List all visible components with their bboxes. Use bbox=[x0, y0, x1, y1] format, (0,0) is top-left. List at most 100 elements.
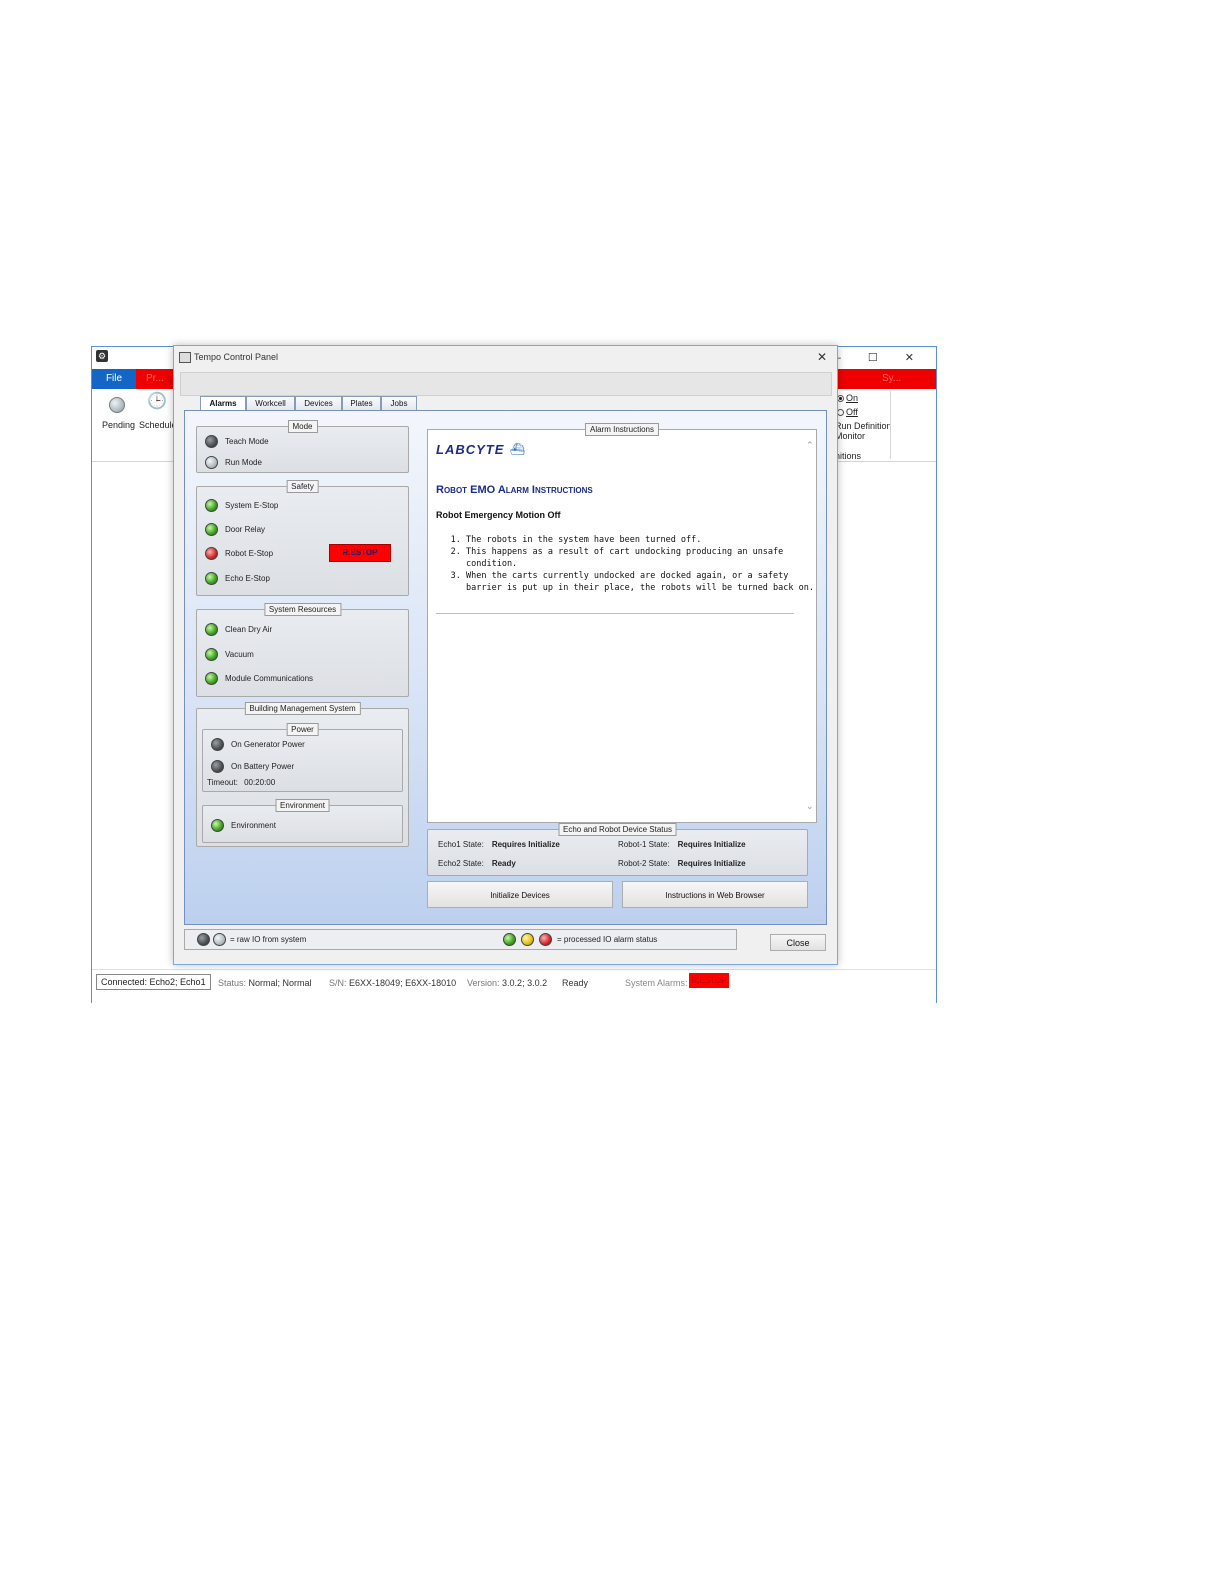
radio-on-option[interactable]: On bbox=[837, 393, 858, 403]
battery-power-label: On Battery Power bbox=[231, 762, 295, 771]
run-mode-indicator-icon bbox=[205, 456, 218, 469]
system-alarms-label: System Alarms: bbox=[625, 978, 688, 988]
environment-group-title: Environment bbox=[275, 799, 330, 812]
legend-red-icon bbox=[539, 933, 552, 946]
door-relay-indicator-icon bbox=[205, 523, 218, 536]
environment-label: Environment bbox=[231, 821, 276, 830]
schedule-button-label[interactable]: Schedule bbox=[139, 420, 177, 430]
status-label: Status: bbox=[218, 978, 247, 988]
door-relay-label: Door Relay bbox=[225, 525, 266, 534]
close-button[interactable]: Close bbox=[770, 934, 826, 951]
instructions-heading: Robot EMO Alarm Instructions bbox=[436, 484, 593, 496]
generator-power-label: On Generator Power bbox=[231, 740, 305, 749]
io-legend-bar: = raw IO from system = processed IO alar… bbox=[184, 929, 737, 950]
system-resources-group: System Resources Clean Dry Air Vacuum Mo… bbox=[196, 603, 409, 697]
system-estop-label: System E-Stop bbox=[225, 501, 279, 510]
robot-estop-label: Robot E-Stop bbox=[225, 549, 274, 558]
teach-mode-indicator-icon bbox=[205, 435, 218, 448]
tab-plates[interactable]: Plates bbox=[342, 396, 381, 410]
power-group: Power On Generator Power On Battery Powe… bbox=[202, 723, 403, 792]
echo1-state: Echo1 State: Requires Initialize bbox=[438, 840, 560, 849]
module-communications-label: Module Communications bbox=[225, 674, 314, 683]
serial-label: S/N: bbox=[329, 978, 347, 988]
scroll-up-icon[interactable]: ⌃ bbox=[806, 440, 814, 451]
vacuum-indicator-icon bbox=[205, 648, 218, 661]
run-mode-label: Run Mode bbox=[225, 458, 262, 467]
environment-group: Environment Environment bbox=[202, 799, 403, 843]
tab-workcell[interactable]: Workcell bbox=[246, 396, 295, 410]
version-value: 3.0.2; 3.0.2 bbox=[502, 978, 548, 988]
ribbon-tab-hidden-right[interactable]: Sy... bbox=[882, 369, 901, 389]
version-field: Version: 3.0.2; 3.0.2 bbox=[467, 978, 547, 988]
connected-status: Connected: Echo2; Echo1 bbox=[96, 974, 211, 990]
legend-yellow-icon bbox=[521, 933, 534, 946]
device-status-group-title: Echo and Robot Device Status bbox=[558, 823, 677, 836]
robot2-state-label: Robot-2 State: bbox=[618, 859, 670, 868]
echo2-state-value: Ready bbox=[491, 859, 516, 868]
legend-raw-label: = raw IO from system bbox=[230, 935, 307, 944]
mode-group-title: Mode bbox=[287, 420, 318, 433]
timeout-value: 00:20:00 bbox=[244, 778, 276, 787]
legend-green-icon bbox=[503, 933, 516, 946]
robot1-state-value: Requires Initialize bbox=[677, 840, 746, 849]
teach-mode-label: Teach Mode bbox=[225, 437, 269, 446]
file-tab[interactable]: File bbox=[92, 369, 136, 389]
echo2-state-label: Echo2 State: bbox=[438, 859, 484, 868]
safety-group: Safety System E-Stop Door Relay Robot E-… bbox=[196, 480, 409, 596]
tempo-control-panel-dialog: Tempo Control Panel ✕ Alarms Workcell De… bbox=[173, 345, 838, 965]
instructions-divider bbox=[436, 613, 794, 614]
run-definition-label: Run Definition bbox=[835, 421, 892, 431]
instructions-web-browser-button[interactable]: Instructions in Web Browser bbox=[622, 881, 808, 908]
serial-field: S/N: E6XX-18049; E6XX-18010 bbox=[329, 978, 456, 988]
instruction-step: When the carts currently undocked are do… bbox=[466, 570, 816, 594]
alarm-instructions-title: Alarm Instructions bbox=[584, 423, 660, 436]
instructions-scrollbar[interactable]: ⌃ ⌄ bbox=[804, 440, 816, 812]
power-group-title: Power bbox=[286, 723, 319, 736]
legend-processed-label: = processed IO alarm status bbox=[557, 935, 658, 944]
status-field: Status: Normal; Normal bbox=[218, 978, 312, 988]
building-management-group-title: Building Management System bbox=[244, 702, 361, 715]
initialize-devices-button[interactable]: Initialize Devices bbox=[427, 881, 613, 908]
robot-estop-alarm-badge: R.ESTOP bbox=[329, 544, 391, 562]
dialog-window-icon bbox=[179, 352, 191, 363]
legend-raw-light-icon bbox=[213, 933, 226, 946]
clean-dry-air-indicator-icon bbox=[205, 623, 218, 636]
device-status-group: Echo and Robot Device Status Echo1 State… bbox=[427, 823, 808, 876]
echo2-state: Echo2 State: Ready bbox=[438, 859, 516, 868]
timeout-label: Timeout: bbox=[207, 778, 238, 787]
robot2-state: Robot-2 State: Requires Initialize bbox=[618, 859, 746, 868]
schedule-clock-icon[interactable]: 🕒 bbox=[147, 392, 167, 412]
run-definition-monitor-group: On Off Run Definition Monitor nitions bbox=[835, 393, 892, 461]
module-communications-indicator-icon bbox=[205, 672, 218, 685]
pending-button-label[interactable]: Pending bbox=[102, 420, 135, 430]
ribbon-tab-hidden-left[interactable]: Pr... bbox=[146, 369, 164, 389]
dialog-close-icon[interactable]: ✕ bbox=[817, 350, 827, 364]
safety-group-title: Safety bbox=[286, 480, 319, 493]
vacuum-label: Vacuum bbox=[225, 650, 254, 659]
alarms-tab-panel: Mode Teach Mode Run Mode Safety System E… bbox=[184, 410, 827, 925]
monitor-label: Monitor bbox=[835, 431, 866, 441]
pending-icon[interactable] bbox=[109, 397, 125, 413]
tab-alarms[interactable]: Alarms bbox=[200, 396, 246, 411]
echo1-state-label: Echo1 State: bbox=[438, 840, 484, 849]
scroll-down-icon[interactable]: ⌄ bbox=[806, 801, 814, 812]
clean-dry-air-label: Clean Dry Air bbox=[225, 625, 273, 634]
echo1-state-value: Requires Initialize bbox=[491, 840, 560, 849]
battery-power-indicator-icon bbox=[211, 760, 224, 773]
radio-off-icon bbox=[837, 409, 844, 417]
radio-off-option[interactable]: Off bbox=[837, 407, 858, 417]
ribbon-separator bbox=[890, 391, 891, 459]
definitions-group-label: nitions bbox=[835, 451, 862, 461]
building-management-group: Building Management System Power On Gene… bbox=[196, 702, 409, 847]
echo-estop-label: Echo E-Stop bbox=[225, 574, 270, 583]
labcyte-ship-logo-icon: ⛴ bbox=[510, 442, 526, 456]
tab-jobs[interactable]: Jobs bbox=[381, 396, 417, 410]
status-bar: Connected: Echo2; Echo1 Status: Normal; … bbox=[92, 969, 936, 1003]
tab-devices[interactable]: Devices bbox=[295, 396, 342, 410]
robot1-state: Robot-1 State: Requires Initialize bbox=[618, 840, 746, 849]
instruction-step: The robots in the system have been turne… bbox=[466, 534, 816, 546]
app-logo-icon: ⚙ bbox=[96, 350, 108, 362]
radio-on-label: On bbox=[846, 393, 859, 403]
generator-power-indicator-icon bbox=[211, 738, 224, 751]
instructions-steps-list: The robots in the system have been turne… bbox=[442, 534, 816, 594]
